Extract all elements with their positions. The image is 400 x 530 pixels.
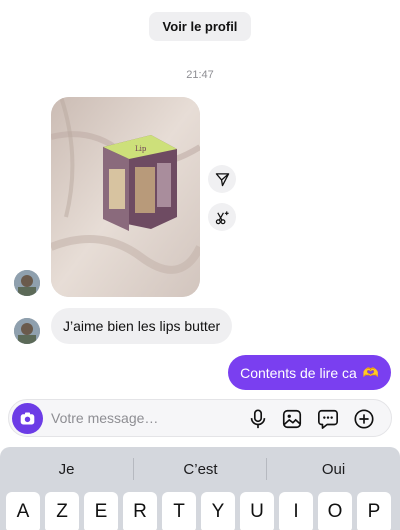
suggestion-2[interactable]: C’est — [134, 456, 267, 482]
key-p[interactable]: P — [357, 492, 391, 530]
photo-message[interactable]: Lip — [51, 97, 200, 297]
avatar[interactable] — [14, 270, 40, 296]
microphone-icon — [250, 409, 266, 429]
message-input[interactable] — [51, 408, 231, 428]
keyboard: Je C’est Oui A Z E R T Y U I O P — [0, 447, 400, 530]
avatar[interactable] — [14, 318, 40, 344]
gallery-button[interactable] — [280, 407, 304, 431]
incoming-message-bubble[interactable]: J’aime bien les lips butter — [51, 308, 233, 344]
cutout-button[interactable] — [208, 203, 236, 231]
key-a[interactable]: A — [6, 492, 40, 530]
view-profile-button[interactable]: Voir le profil — [149, 12, 251, 41]
incoming-message-text: J’aime bien les lips butter — [63, 318, 221, 334]
key-z[interactable]: Z — [45, 492, 79, 530]
key-o[interactable]: O — [318, 492, 352, 530]
key-i[interactable]: I — [279, 492, 313, 530]
add-icon — [354, 409, 374, 429]
key-y[interactable]: Y — [201, 492, 235, 530]
photo-image: Lip — [51, 97, 200, 297]
share-button[interactable] — [208, 165, 236, 193]
suggestion-1[interactable]: Je — [0, 456, 133, 482]
key-e[interactable]: E — [84, 492, 118, 530]
outgoing-message-text: Contents de lire ca — [240, 364, 357, 381]
outgoing-message-bubble[interactable]: Contents de lire ca 🫶 — [228, 355, 391, 390]
key-u[interactable]: U — [240, 492, 274, 530]
key-r[interactable]: R — [123, 492, 157, 530]
message-timestamp: 21:47 — [186, 69, 214, 81]
suggestion-3[interactable]: Oui — [267, 456, 400, 482]
svg-text:Lip: Lip — [135, 145, 147, 153]
microphone-button[interactable] — [246, 407, 270, 431]
message-composer — [8, 399, 392, 437]
share-icon — [215, 172, 229, 186]
gallery-icon — [282, 409, 302, 429]
add-button[interactable] — [352, 407, 376, 431]
sticker-button[interactable] — [316, 407, 340, 431]
key-t[interactable]: T — [162, 492, 196, 530]
heart-hands-emoji: 🫶 — [362, 364, 379, 380]
camera-icon — [20, 412, 35, 425]
camera-button[interactable] — [12, 403, 43, 434]
scissors-sparkle-icon — [215, 210, 229, 224]
sticker-icon — [318, 409, 338, 429]
